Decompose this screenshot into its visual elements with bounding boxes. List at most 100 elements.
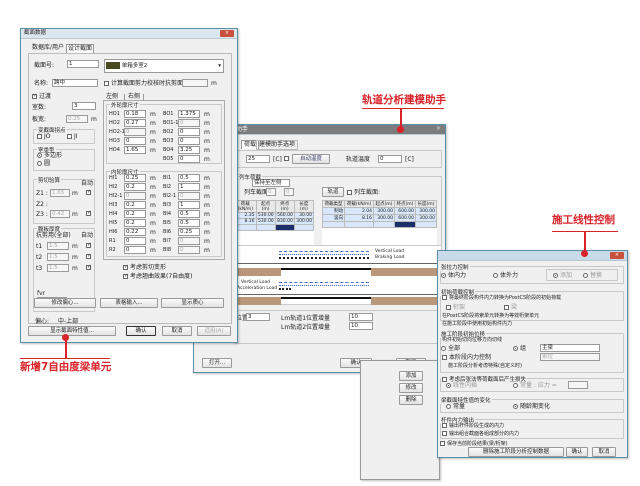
delete-button[interactable]: 删除	[399, 395, 423, 405]
open-button[interactable]: 打开...	[202, 358, 232, 368]
close-icon[interactable]: ×	[220, 30, 234, 37]
table-cell[interactable]: 300.00	[414, 214, 438, 222]
table-row[interactable]: 制动 2.04 300.00 600.00 300.00	[321, 207, 438, 215]
dim-input[interactable]: 0	[178, 246, 200, 254]
show-section-properties-button[interactable]: 显示截面特性值...	[28, 326, 116, 336]
train-section-checkbox[interactable]: 列车截面:	[347, 190, 380, 196]
group-select[interactable]: 主梁	[540, 344, 600, 352]
auto-temp-checkbox[interactable]	[284, 156, 291, 162]
section-no-input[interactable]: 1	[67, 60, 99, 68]
table-cell[interactable]: 竖向	[321, 214, 346, 222]
inc1-input[interactable]: 10	[349, 313, 373, 321]
dim-input[interactable]: 3.25	[178, 146, 200, 154]
dim-input[interactable]: 1	[178, 183, 200, 191]
dim-input[interactable]: 1.375	[178, 110, 200, 118]
table-cell[interactable]: 600.00	[394, 214, 416, 222]
table-cell[interactable]: 830.00	[274, 218, 295, 225]
width-input[interactable]: 0.25	[66, 115, 88, 123]
dim-input[interactable]: 0.2	[124, 219, 146, 227]
group-radio[interactable]: 组	[513, 346, 526, 352]
z1-input[interactable]: 1.65	[50, 189, 70, 197]
dim-input[interactable]: 0.2	[124, 210, 146, 218]
const-stress-radio[interactable]: 常量 : 应力 =	[513, 383, 557, 389]
web-input[interactable]: 1.5	[47, 264, 69, 272]
apply-button[interactable]: 适用(A)	[197, 326, 231, 336]
table-cell[interactable]: 8.16	[344, 214, 375, 222]
dim-input[interactable]: 0.25	[178, 228, 200, 236]
z3-input[interactable]: 0.42	[50, 210, 70, 218]
by-age-radio[interactable]: 随龄期变化	[513, 404, 550, 410]
z3-auto-checkbox[interactable]: ✓	[86, 211, 93, 217]
web-auto-checkbox[interactable]: ✓	[86, 265, 93, 271]
temperature-input[interactable]: 25	[246, 155, 270, 163]
direction-select[interactable]: 保持至左侧	[252, 179, 290, 187]
cancel-button[interactable]: 取消	[162, 326, 192, 336]
out1-checkbox[interactable]: 输出杆件阶段生成的内力	[442, 423, 504, 429]
ok-button[interactable]: 确认	[126, 326, 156, 336]
dim-input[interactable]: 0.27	[124, 119, 146, 127]
table-row[interactable]: 竖向 8.16 300.00 600.00 300.00	[321, 214, 438, 222]
dim-input[interactable]: 0	[124, 237, 146, 245]
auto-temp-button[interactable]: 自动温度	[292, 154, 330, 164]
to-input[interactable]: 0	[284, 188, 294, 196]
circle-radio[interactable]: 圆	[37, 161, 50, 167]
self-control-checkbox[interactable]: 本阶段内力控制	[442, 355, 491, 361]
ok-button[interactable]: 确认	[566, 447, 588, 457]
table-cell[interactable]: 530.00	[255, 218, 276, 225]
cells-stepper[interactable]: 3	[72, 102, 96, 110]
table-cell[interactable]: 600.00	[394, 207, 416, 215]
dim-input[interactable]: 0.5	[178, 210, 200, 218]
dim-input[interactable]: 0	[178, 237, 200, 245]
truss-checkbox[interactable]: 桁架	[446, 305, 465, 311]
close-icon[interactable]: ×	[436, 126, 441, 132]
dim-input[interactable]: 1	[178, 201, 200, 209]
table-cell[interactable]: 530.00	[255, 212, 276, 219]
ji-checkbox[interactable]: JI	[67, 134, 78, 140]
consider-shear-checkbox[interactable]: ✓ 考虑剪切变形	[123, 265, 166, 271]
inc2-input[interactable]: 10	[349, 322, 373, 330]
add-button[interactable]: 添加	[399, 371, 423, 381]
dim-input[interactable]: 0	[178, 192, 200, 200]
dim-input[interactable]: 0.2	[124, 183, 146, 191]
table-cell[interactable]: 560.00	[274, 212, 295, 219]
tab-options[interactable]: 建模助手选项	[256, 140, 299, 150]
tab-database[interactable]: 数据库/用户	[32, 45, 64, 51]
out2-checkbox[interactable]: 输出组合截面各组成部分的内力	[442, 431, 519, 437]
position-no-input[interactable]: 3	[246, 313, 270, 321]
internal-radio[interactable]: 体内力	[441, 273, 466, 279]
left-load-table[interactable]: 荷载(kN/m) 起点(m) 终点(m) 长度(m) 2.35 530.00 560.00 3…	[234, 200, 315, 249]
dim-input[interactable]: 0	[124, 128, 146, 136]
delete-control-data-button[interactable]: 删除施工阶段分析控制数据	[468, 447, 564, 457]
constant-radio[interactable]: 常量	[446, 404, 465, 410]
dim-input[interactable]: 0.22	[124, 228, 146, 236]
jo-checkbox[interactable]: JO	[37, 134, 51, 140]
rail-button[interactable]: 轨道	[322, 187, 344, 197]
table-cell[interactable]: 300.00	[414, 207, 438, 215]
rail-temp-input[interactable]: 0	[378, 155, 402, 163]
table-cell[interactable]: 2.04	[344, 207, 375, 215]
dim-input[interactable]: 0	[178, 119, 200, 127]
table-cell[interactable]: 300.00	[293, 218, 315, 225]
shear-area-input[interactable]	[182, 79, 208, 87]
dim-input[interactable]: 0	[124, 137, 146, 145]
table-cell[interactable]: 300.00	[373, 207, 395, 215]
dim-input[interactable]: 0.18	[124, 110, 146, 118]
external-radio[interactable]: 体外力	[493, 273, 518, 279]
web-input[interactable]: 1.5	[47, 242, 69, 250]
show-centroid-button[interactable]: 显示质心	[161, 298, 224, 308]
tab-design-section[interactable]: 设计截面	[66, 44, 95, 53]
all-radio[interactable]: 全部	[441, 346, 460, 352]
dim-input[interactable]: 0.5	[178, 174, 200, 182]
dim-input[interactable]: 1.65	[124, 146, 146, 154]
right-load-table[interactable]: 荷载类型 荷载(kN/m) 起点(m) 终点(m) 长度(m) 制动 2.04 300.00 6…	[321, 200, 438, 246]
section-type-select[interactable]: 单箱多室2 ▾	[104, 59, 224, 73]
beam-checkbox[interactable]: 梁	[504, 305, 517, 311]
web-auto-checkbox[interactable]: ✓	[86, 254, 93, 260]
modify-button[interactable]: 修改	[399, 383, 423, 393]
consider-warping-checkbox[interactable]: ✓ 考虑翘曲效果(7自由度)	[123, 274, 193, 280]
self-select[interactable]: 索拉	[540, 353, 600, 361]
table-input-button[interactable]: 表格输入...	[100, 298, 158, 308]
dim-input[interactable]: 0.25	[124, 174, 146, 182]
web-input[interactable]: 1.5	[47, 253, 69, 261]
replace-radio[interactable]: 替换	[583, 273, 602, 279]
